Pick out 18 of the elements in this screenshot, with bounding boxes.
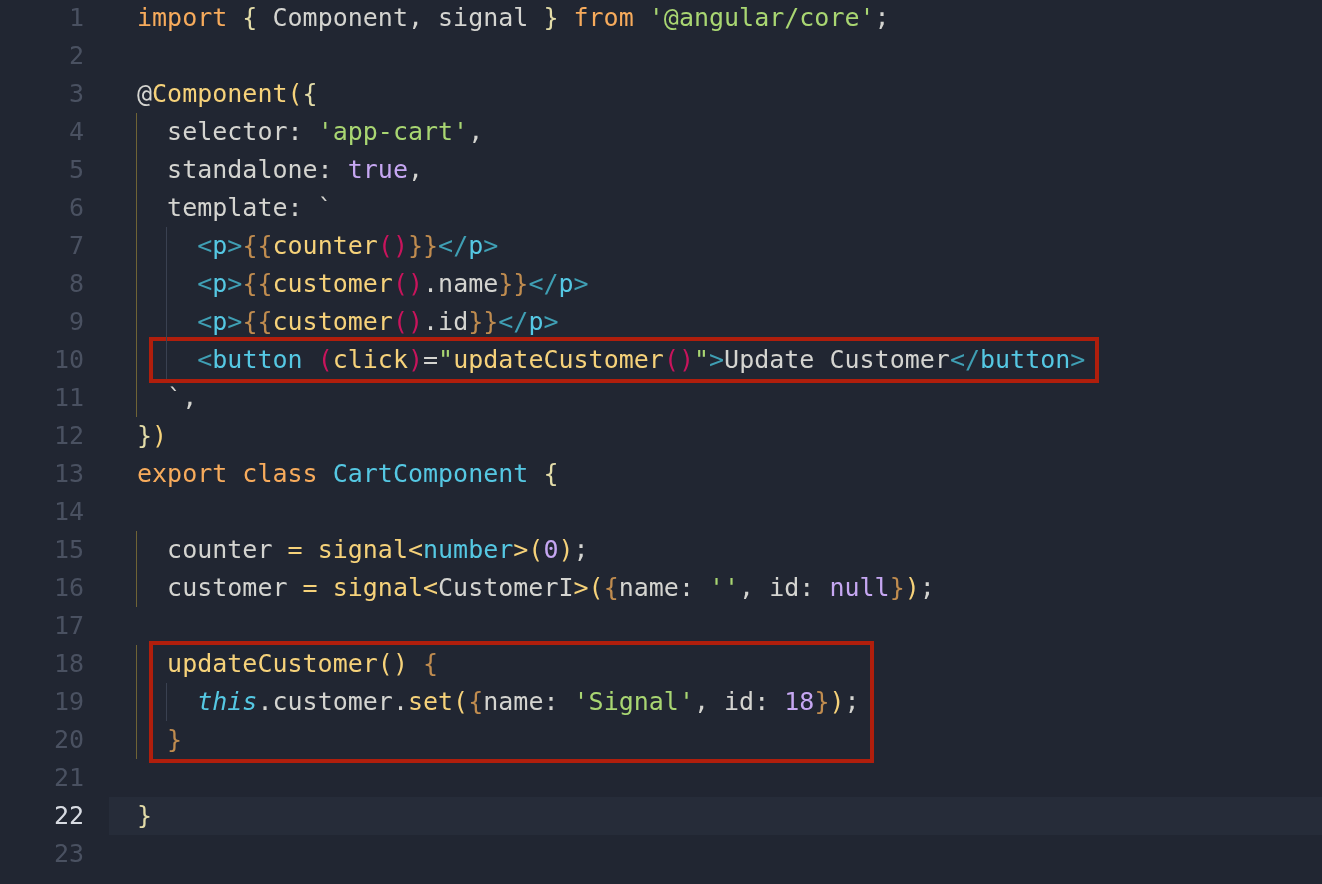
code-line: <p>{{customer().id}}</p> [137,303,1322,341]
code-line: }) [137,420,169,452]
code-line: export class CartComponent { [137,458,560,490]
code-line: <button (click)="updateCustomer()">Update Customer</button> [137,341,1086,379]
code-line: this.customer.set({name: 'Signal', id: 18}); [137,683,860,721]
code-line: updateCustomer() { [137,645,860,683]
code-line: import { Component, signal } from '@angular/core'; [137,2,891,34]
code-line: selector: 'app-cart', [137,113,1322,151]
code-line: standalone: true, [137,151,1322,189]
code-line: counter = signal<number>(0); [137,531,1322,569]
code-line: <p>{{customer().name}}</p> [137,265,1322,303]
code-line: } [137,721,860,759]
code-line: customer = signal<CustomerI>({name: '', id: null}); [137,569,1322,607]
code-line: template: ` [137,189,1322,227]
code-line: `, [137,379,1322,417]
code-line: <p>{{counter()}}</p> [137,227,1322,265]
code-line: @Component({ [137,78,319,110]
line-number: 22 [52,800,84,832]
